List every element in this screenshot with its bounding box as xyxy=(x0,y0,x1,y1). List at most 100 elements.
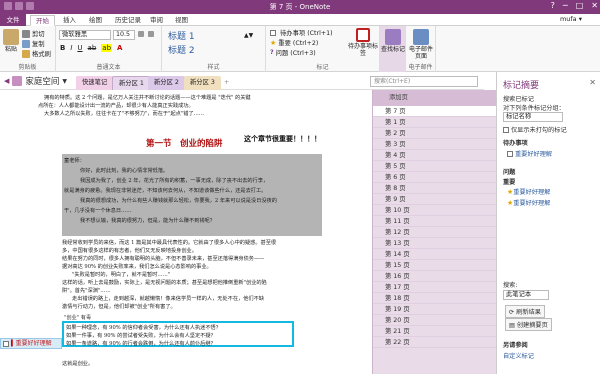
page-item[interactable]: 第 22 页 xyxy=(373,337,497,348)
create-summary-page-button[interactable]: ▤ 创建摘要页 xyxy=(505,318,552,331)
paragraph-line: 阱"。首先"深渊"…… xyxy=(62,288,111,294)
page-item[interactable]: 第 3 页 xyxy=(373,139,497,150)
page-item[interactable]: 第 10 页 xyxy=(373,205,497,216)
question-icon: ? xyxy=(270,49,274,56)
paragraph-line: 这样的话，听上去是鼓励，实际上，是无视问题的本质；甚至是想把他推倒重新"创业的陷 xyxy=(62,280,267,286)
minimize-button[interactable]: ─ xyxy=(563,1,568,10)
tag-result-item[interactable]: ★重要好好理解 xyxy=(507,187,550,196)
refresh-results-button[interactable]: ⟳ 刷新结果 xyxy=(505,305,545,318)
close-button[interactable]: ✕ xyxy=(591,1,598,10)
page-item[interactable]: 第 4 页 xyxy=(373,150,497,161)
custom-tags-link[interactable]: 自定义标记 xyxy=(503,351,534,360)
back-arrow-icon[interactable]: ◀ xyxy=(4,77,9,85)
page-item[interactable]: 第 19 页 xyxy=(373,304,497,315)
page-canvas[interactable]: 拥有的特质。这 2 个问题，是亿万人关注并不断讨论的话题——这个难题是 "迭代"… xyxy=(0,90,372,374)
find-tags-button[interactable]: 查找标记 xyxy=(381,29,405,53)
checkbox-icon[interactable] xyxy=(503,127,509,133)
group-by-text: 对下列条件标记分组： xyxy=(503,105,565,112)
cut-button[interactable]: 剪切 xyxy=(22,29,45,38)
email-icon xyxy=(413,29,429,45)
checkbox-icon[interactable] xyxy=(3,340,9,347)
window-controls: ? ─ □ ✕ xyxy=(551,1,598,10)
panel-title: 标记摘要 xyxy=(503,81,540,91)
font-color-icon[interactable]: A xyxy=(117,44,122,52)
italic-icon[interactable]: I xyxy=(70,44,72,52)
copy-button[interactable]: 复制 xyxy=(22,39,45,48)
section-bar: ◀ 家庭空间 ▼ 快速笔记 新分区 1 新分区 2 新分区 3 + 搜索(Ctr… xyxy=(0,72,484,90)
page-item[interactable]: 第 9 页 xyxy=(373,194,497,205)
underline-icon[interactable]: U xyxy=(77,44,82,52)
notebook-selector[interactable]: ◀ 家庭空间 ▼ xyxy=(4,75,67,87)
close-icon[interactable]: ✕ xyxy=(589,78,596,87)
tag-group-important: 重要 xyxy=(503,179,516,186)
paste-button[interactable]: 粘贴 xyxy=(2,29,20,53)
add-page-button[interactable]: 添加页 xyxy=(373,90,497,106)
page-item[interactable]: 第 6 页 xyxy=(373,172,497,183)
page-item[interactable]: 第 13 页 xyxy=(373,238,497,249)
section-tab-quick-notes[interactable]: 快速笔记 xyxy=(76,76,114,90)
highlight-icon[interactable]: ab xyxy=(101,44,113,52)
page-item[interactable]: 第 1 页 xyxy=(373,117,497,128)
page-item[interactable]: 第 15 页 xyxy=(373,260,497,271)
font-size-select[interactable]: 10.5 xyxy=(113,30,135,40)
letter-line: 干，几乎没有一个休息日…… xyxy=(64,208,132,214)
basic-text-group: 微软雅黑 10.5 B I Uab ab A 普通文本 xyxy=(56,26,162,72)
format-painter-button[interactable]: 格式刷 xyxy=(22,49,51,58)
tag-flag-row[interactable]: ▍重要好好理解 xyxy=(0,338,62,349)
tag-important[interactable]: ★ 重要 (Ctrl+2) xyxy=(270,38,318,48)
page-item[interactable]: 第 18 页 xyxy=(373,293,497,304)
email-page-button[interactable]: 电子邮件页面 xyxy=(408,29,434,60)
section-label: "创业" 有毒 xyxy=(64,315,92,321)
numbering-icon[interactable] xyxy=(148,31,154,37)
page-item[interactable]: 第 17 页 xyxy=(373,282,497,293)
tag-todo[interactable]: 待办事项 (Ctrl+1) xyxy=(270,28,333,37)
search-input[interactable]: 搜索(Ctrl+E) xyxy=(370,76,478,87)
page-item[interactable]: 第 8 页 xyxy=(373,183,497,194)
search-scope-select[interactable]: 此笔记本 xyxy=(503,290,549,300)
tab-history[interactable]: 历史记录 xyxy=(110,15,146,26)
title-bar: 第 7 页 - OneNote ? ─ □ ✕ xyxy=(0,0,600,14)
styles-more-icon[interactable]: ▲▼ xyxy=(244,32,253,39)
page-item[interactable]: 第 21 页 xyxy=(373,326,497,337)
todo-tag-button[interactable]: 待办事项标签 xyxy=(348,28,378,57)
help-button[interactable]: ? xyxy=(551,1,555,10)
tab-insert[interactable]: 插入 xyxy=(58,15,81,26)
tag-result-item[interactable]: 重要好好理解 xyxy=(507,149,552,158)
ribbon-tabs: 文件 开始 插入 绘图 历史记录 审阅 视图 mufa ▾ xyxy=(0,14,600,26)
page-item[interactable]: 第 20 页 xyxy=(373,315,497,326)
style-heading1[interactable]: 标题 1 xyxy=(168,29,195,42)
page-item[interactable]: 第 14 页 xyxy=(373,249,497,260)
bold-icon[interactable]: B xyxy=(60,44,65,52)
tag-question[interactable]: ? 问题 (Ctrl+3) xyxy=(270,48,316,57)
strikethrough-icon[interactable]: ab xyxy=(88,44,97,52)
page-item[interactable]: 第 7 页 xyxy=(373,106,497,117)
group-by-select[interactable]: 标记名称 xyxy=(503,112,563,122)
find-tags-group: 查找标记 xyxy=(380,26,406,72)
tab-review[interactable]: 审阅 xyxy=(145,15,168,26)
tab-home[interactable]: 开始 xyxy=(30,15,55,26)
bullets-icon[interactable] xyxy=(138,31,144,37)
tag-result-item[interactable]: ★重要好好理解 xyxy=(507,198,550,207)
show-unchecked-option[interactable]: 仅显示未打勾的标记 xyxy=(503,125,567,134)
letter-line: 童老师： xyxy=(64,158,85,164)
style-heading2[interactable]: 标题 2 xyxy=(168,43,195,56)
highlight-line: 如果一件事，有 90% 的尝试者受失败，为什么会有人坚定不疑？ xyxy=(66,333,216,339)
page-item[interactable]: 第 5 页 xyxy=(373,161,497,172)
user-account[interactable]: mufa ▾ xyxy=(560,15,582,23)
tab-draw[interactable]: 绘图 xyxy=(84,15,107,26)
paragraph-line: 点所在：人人都能设计出一流的产品，却很少有人能真正实践成功。 xyxy=(38,103,194,109)
scissors-icon xyxy=(22,29,30,38)
add-section-tab[interactable]: + xyxy=(218,76,235,90)
page-item[interactable]: 第 2 页 xyxy=(373,128,497,139)
page-item[interactable]: 第 12 页 xyxy=(373,227,497,238)
tab-file[interactable]: 文件 xyxy=(0,14,26,26)
maximize-button[interactable]: □ xyxy=(576,1,584,10)
section-tab-3[interactable]: 新分区 3 xyxy=(184,76,221,90)
section-tab-2[interactable]: 新分区 2 xyxy=(148,76,185,90)
section-tab-1[interactable]: 新分区 1 xyxy=(112,76,151,90)
tab-view[interactable]: 视图 xyxy=(170,15,193,26)
page-item[interactable]: 第 16 页 xyxy=(373,271,497,282)
ribbon: 粘贴 剪切 复制 格式刷 剪贴板 微软雅黑 10.5 B I Uab ab A 普通… xyxy=(0,26,600,72)
page-item[interactable]: 第 11 页 xyxy=(373,216,497,227)
font-name-select[interactable]: 微软雅黑 xyxy=(59,30,111,40)
